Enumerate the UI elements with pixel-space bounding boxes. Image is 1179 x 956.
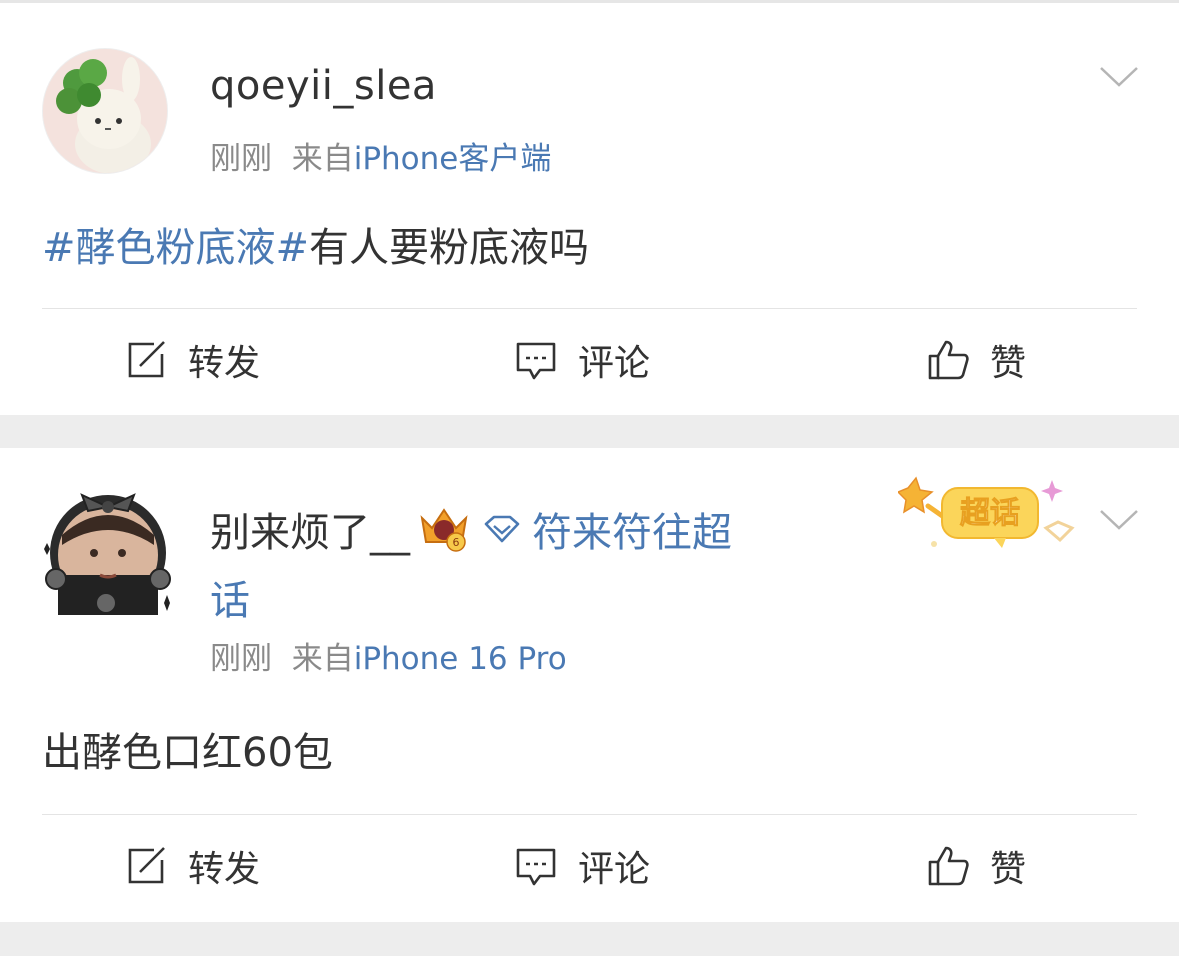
thumbs-up-icon [928,340,969,380]
post-meta: 刚刚 来自iPhone 16 Pro [210,633,567,678]
like-button[interactable]: 赞 [926,310,1026,410]
chaohua-link[interactable]: 符来符往超 [532,500,732,558]
action-bar: 转发 评论 赞 [0,816,1179,916]
username-row: 别来烦了__ 6 符来符往超 [210,500,732,558]
repost-label: 转发 [188,849,261,890]
avatar[interactable] [42,48,168,174]
username[interactable]: qoeyii_slea [210,63,437,109]
super-badge-label: 超话 [960,496,1020,531]
comment-icon [516,342,556,380]
from-label: 来自 [291,141,354,177]
super-topic-badge[interactable]: 超话 [898,476,1082,556]
post-text: 出酵色口红60包 [42,730,333,776]
comment-button[interactable]: 评论 [514,816,650,916]
post-time: 刚刚 [210,141,272,177]
post-text: #酵色粉底液#有人要粉底液吗 [42,215,589,273]
post-source[interactable]: iPhone 16 Pro [354,641,567,677]
repost-button[interactable]: 转发 [124,310,260,410]
repost-icon [128,341,165,378]
comment-label: 评论 [578,343,651,384]
post-time: 刚刚 [210,641,272,677]
username[interactable]: 别来烦了__ [210,500,410,558]
repost-icon [128,847,165,884]
post-card[interactable]: qoeyii_slea 刚刚 来自iPhone客户端 #酵色粉底液#有人要粉底液… [0,3,1179,415]
post-body: 有人要粉底液吗 [309,225,590,271]
action-bar: 转发 评论 赞 [0,310,1179,410]
chevron-down-icon[interactable] [1099,65,1139,89]
like-button[interactable]: 赞 [926,816,1026,916]
repost-button[interactable]: 转发 [124,816,260,916]
chaohua-link-continued[interactable]: 话 [210,568,250,626]
comment-label: 评论 [578,849,651,890]
thumbs-up-icon [928,846,969,886]
badge-level: 6 [453,536,460,549]
topic-link[interactable]: #酵色粉底液# [42,225,309,271]
avatar[interactable] [42,475,174,615]
like-label: 赞 [990,849,1027,890]
divider [42,814,1137,815]
post-meta: 刚刚 来自iPhone客户端 [210,133,551,178]
diamond-icon [484,515,520,543]
comment-button[interactable]: 评论 [514,310,650,410]
from-label: 来自 [291,641,354,677]
chevron-down-icon[interactable] [1099,508,1139,532]
repost-label: 转发 [188,343,261,384]
like-label: 赞 [990,343,1027,384]
post-card[interactable]: 别来烦了__ 6 符来符往超 话 刚刚 来自iPhone 16 Pro 超话 出… [0,448,1179,922]
divider [42,308,1137,309]
crown-badge-icon[interactable]: 6 [416,504,472,554]
post-source[interactable]: iPhone客户端 [354,141,552,177]
comment-icon [516,848,556,886]
